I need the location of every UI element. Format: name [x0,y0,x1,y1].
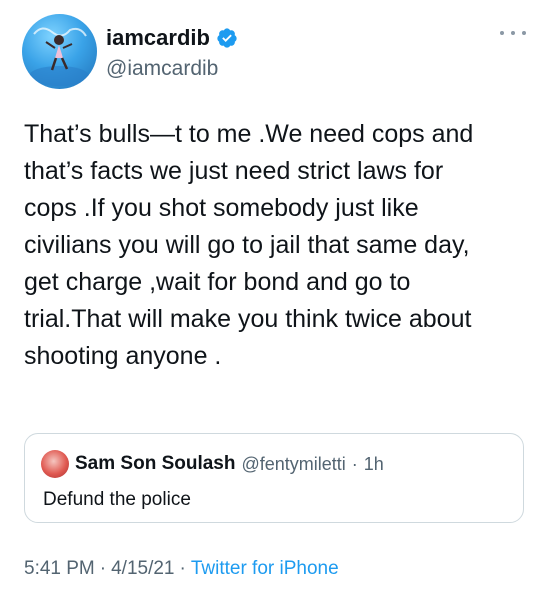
tweet-date[interactable]: 4/15/21 [111,558,174,580]
meta-separator: · [179,558,186,579]
author-name-row: iamcardib [106,25,238,51]
quoted-author-name: Sam Son Soulash [75,453,236,474]
tweet-text: That’s bulls—t to me .We need cops and t… [24,120,474,370]
tweet-time[interactable]: 5:41 PM [24,558,95,580]
quoted-tweet-text: Defund the police [43,489,191,510]
tweet-meta: 5:41 PM · 4/15/21 · Twitter for iPhone [24,558,339,580]
author-display-name[interactable]: iamcardib [106,25,210,51]
verified-badge-icon [217,28,237,48]
quoted-author-handle: @fentymiletti [241,453,346,474]
tweet-source-link[interactable]: Twitter for iPhone [191,558,339,580]
meta-separator: · [99,558,107,579]
quoted-timestamp: 1h [363,453,384,474]
tweet-card: iamcardib @iamcardib That’s bulls—t to m… [0,0,550,600]
author-handle[interactable]: @iamcardib [106,57,218,81]
quoted-separator: · [351,453,358,474]
quoted-tweet-header: Sam Son Soulash @fentymiletti · 1h [41,450,384,478]
author-avatar[interactable] [22,14,97,89]
quoted-tweet-card[interactable]: Sam Son Soulash @fentymiletti · 1h Defun… [24,433,524,523]
quoted-author-avatar [41,450,69,478]
more-options-icon[interactable] [500,26,526,40]
